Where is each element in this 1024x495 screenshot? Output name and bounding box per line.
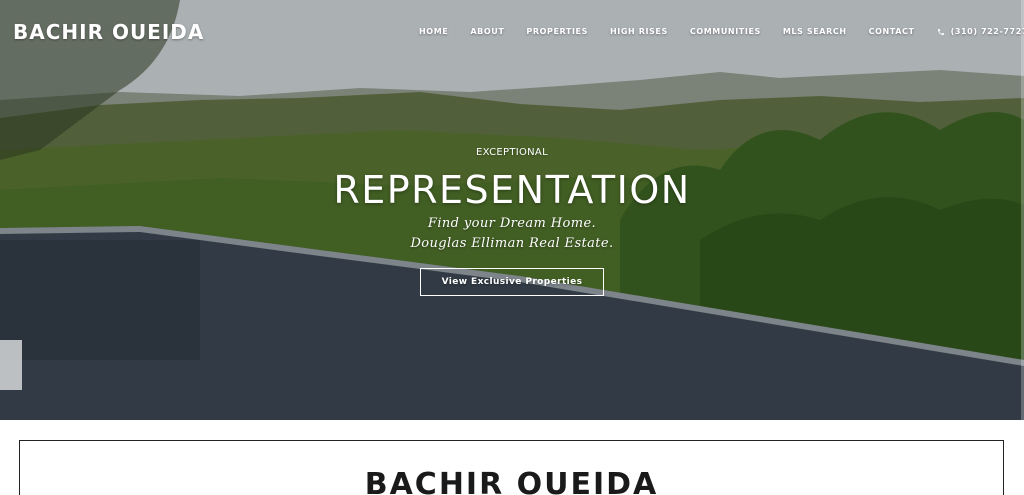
nav-phone-link[interactable]: (310) 722-7727 [937,27,1024,36]
site-logo[interactable]: BACHIR OUEIDA [13,20,204,44]
intro-title: BACHIR OUEIDA [364,467,659,495]
hero-tagline-1: Find your Dream Home. [427,216,597,231]
nav-item-mls-search[interactable]: MLS SEARCH [783,27,847,36]
hero-section: BACHIR OUEIDA HOME ABOUT PROPERTIES HIGH… [0,0,1024,420]
hero-headline: REPRESENTATION [333,168,691,212]
nav-phone-number: (310) 722-7727 [950,27,1024,36]
nav-item-communities[interactable]: COMMUNITIES [690,27,761,36]
nav-item-about[interactable]: ABOUT [470,27,504,36]
intro-card: BACHIR OUEIDA [19,440,1004,495]
phone-icon [937,28,944,35]
nav-item-home[interactable]: HOME [419,27,448,36]
nav-item-high-rises[interactable]: HIGH RISES [610,27,668,36]
hero-kicker: EXCEPTIONAL [476,147,548,158]
nav-item-properties[interactable]: PROPERTIES [526,27,588,36]
main-nav: HOME ABOUT PROPERTIES HIGH RISES COMMUNI… [419,27,1024,36]
view-exclusive-properties-button[interactable]: View Exclusive Properties [420,268,604,296]
nav-item-contact[interactable]: CONTACT [869,27,915,36]
hero-tagline-2: Douglas Elliman Real Estate. [410,236,614,251]
